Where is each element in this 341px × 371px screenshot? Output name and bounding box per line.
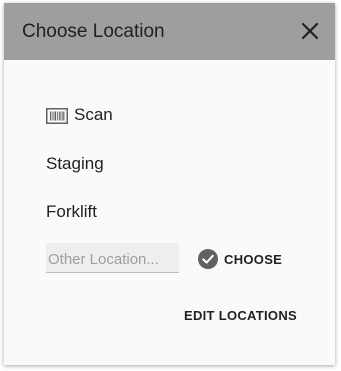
scan-option-label: Scan	[74, 105, 113, 124]
check-circle-icon	[198, 249, 218, 269]
scan-option[interactable]: Scan	[46, 104, 113, 126]
choose-button[interactable]: CHOOSE	[198, 247, 282, 271]
edit-locations-button[interactable]: EDIT LOCATIONS	[184, 308, 297, 323]
forklift-option[interactable]: Forklift	[46, 201, 97, 223]
close-icon	[301, 22, 319, 40]
close-button[interactable]	[300, 21, 320, 41]
dialog-title: Choose Location	[22, 21, 165, 42]
barcode-icon	[46, 107, 68, 124]
staging-option[interactable]: Staging	[46, 153, 104, 175]
dialog-header: Choose Location	[4, 3, 335, 60]
other-location-input[interactable]	[46, 243, 179, 273]
choose-button-label: CHOOSE	[224, 251, 283, 267]
choose-location-dialog: Choose Location Scan Staging Forklift Ot…	[4, 3, 335, 365]
